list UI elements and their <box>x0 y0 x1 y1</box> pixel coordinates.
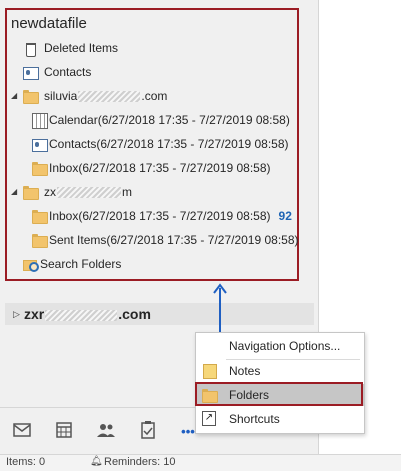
masked-text <box>45 309 118 321</box>
folder-icon <box>31 160 48 176</box>
folder-account1[interactable]: ◢ siluvia .com <box>11 85 167 107</box>
account-collapsed-label: zxr .com <box>24 306 151 322</box>
menu-item-label: Navigation Options... <box>229 339 341 353</box>
menu-notes[interactable]: Notes <box>196 360 364 382</box>
trash-icon <box>22 40 38 57</box>
folders-highlight-box <box>195 382 363 406</box>
status-items: Items: 0 <box>6 456 46 468</box>
search-folder-icon <box>22 256 39 272</box>
status-reminders[interactable]: Reminders: 10 <box>104 456 176 468</box>
masked-text <box>78 91 141 103</box>
folder-calendar[interactable]: Calendar(6/27/2018 17:35 - 7/27/2019 08:… <box>31 109 290 131</box>
folder-inbox2[interactable]: Inbox(6/27/2018 17:35 - 7/27/2019 08:58)… <box>31 205 292 227</box>
folder-inbox1[interactable]: Inbox(6/27/2018 17:35 - 7/27/2019 08:58) <box>31 157 271 179</box>
tasks-icon[interactable] <box>136 418 160 442</box>
folder-icon <box>31 208 48 224</box>
expand-arrow-icon[interactable]: ◢ <box>11 85 20 107</box>
menu-navigation-options[interactable]: Navigation Options... <box>196 335 364 357</box>
folder-label: Inbox(6/27/2018 17:35 - 7/27/2019 08:58) <box>49 209 271 223</box>
folder-label: Calendar(6/27/2018 17:35 - 7/27/2019 08:… <box>49 113 290 127</box>
menu-item-label: Notes <box>229 364 261 378</box>
notes-icon <box>201 363 217 379</box>
account2-label: zx m <box>44 185 132 199</box>
root-title: newdatafile <box>11 15 87 32</box>
folder-label: Deleted Items <box>44 41 119 55</box>
folder-deleted-items[interactable]: Deleted Items <box>22 37 118 59</box>
tree-root[interactable]: newdatafile <box>11 13 87 35</box>
status-bar: Items: 0 🔔︎ Reminders: 10 <box>0 454 401 471</box>
folder-label: Contacts(6/27/2018 17:35 - 7/27/2019 08:… <box>49 137 289 151</box>
folder-label: Sent Items(6/27/2018 17:35 - 7/27/2019 0… <box>49 233 299 247</box>
folder-label: Inbox(6/27/2018 17:35 - 7/27/2019 08:58) <box>49 161 271 175</box>
folder-icon <box>31 232 48 248</box>
contacts-icon <box>31 136 48 152</box>
calendar-icon <box>31 112 48 129</box>
menu-shortcuts[interactable]: Shortcuts <box>196 408 364 430</box>
masked-text <box>57 187 121 199</box>
folder-search-folders[interactable]: Search Folders <box>22 253 121 275</box>
contacts-icon <box>22 64 39 80</box>
bell-icon: 🔔︎ <box>90 456 103 467</box>
folder-icon <box>22 184 39 200</box>
shortcut-icon <box>201 411 217 427</box>
folder-icon <box>22 88 39 104</box>
account-collapsed[interactable]: ▷ zxr .com <box>5 303 314 325</box>
account1-label: siluvia .com <box>44 89 168 103</box>
folder-label: Search Folders <box>40 257 122 271</box>
expand-arrow-icon[interactable]: ◢ <box>11 181 20 203</box>
collapse-arrow-icon[interactable]: ▷ <box>13 309 22 320</box>
folder-label: Contacts <box>44 65 92 79</box>
folder-contacts-dated[interactable]: Contacts(6/27/2018 17:35 - 7/27/2019 08:… <box>31 133 289 155</box>
folder-sent-items[interactable]: Sent Items(6/27/2018 17:35 - 7/27/2019 0… <box>31 229 299 251</box>
unread-count: 92 <box>278 209 292 223</box>
folder-account2[interactable]: ◢ zx m <box>11 181 132 203</box>
folder-contacts[interactable]: Contacts <box>22 61 91 83</box>
mail-icon[interactable] <box>10 418 34 442</box>
calendar-icon[interactable] <box>52 418 76 442</box>
menu-item-label: Shortcuts <box>229 412 280 426</box>
people-icon[interactable] <box>94 418 118 442</box>
